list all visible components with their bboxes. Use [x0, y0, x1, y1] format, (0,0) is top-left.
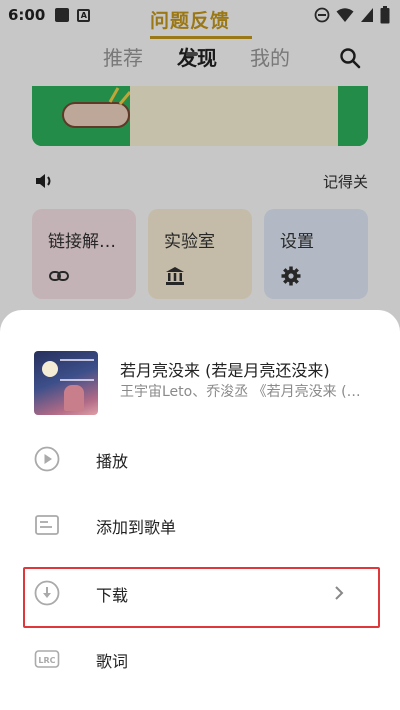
- svg-text:LRC: LRC: [38, 656, 55, 665]
- menu-label: 歌词: [96, 652, 129, 671]
- menu-item-play[interactable]: 播放: [0, 432, 400, 488]
- song-title: 若月亮没来 (若是月亮还没来): [120, 361, 330, 380]
- lyrics-icon: LRC: [34, 650, 60, 668]
- playlist-add-icon: [35, 515, 59, 535]
- play-circle-icon: [34, 446, 60, 472]
- download-highlight-box: [23, 567, 380, 628]
- menu-item-add-to-playlist[interactable]: 添加到歌单: [0, 498, 400, 554]
- song-info: 若月亮没来 (若是月亮还没来) 王宇宙Leto、乔浚丞 《若月亮没来 (…: [34, 351, 374, 415]
- song-artist-album: 王宇宙Leto、乔浚丞 《若月亮没来 (…: [120, 384, 361, 400]
- song-actions-sheet: 若月亮没来 (若是月亮还没来) 王宇宙Leto、乔浚丞 《若月亮没来 (… 播放…: [0, 310, 400, 710]
- album-cover: [34, 351, 98, 415]
- menu-item-lyrics[interactable]: LRC 歌词: [0, 632, 400, 688]
- menu-label: 添加到歌单: [96, 518, 177, 537]
- menu-label: 播放: [96, 452, 129, 471]
